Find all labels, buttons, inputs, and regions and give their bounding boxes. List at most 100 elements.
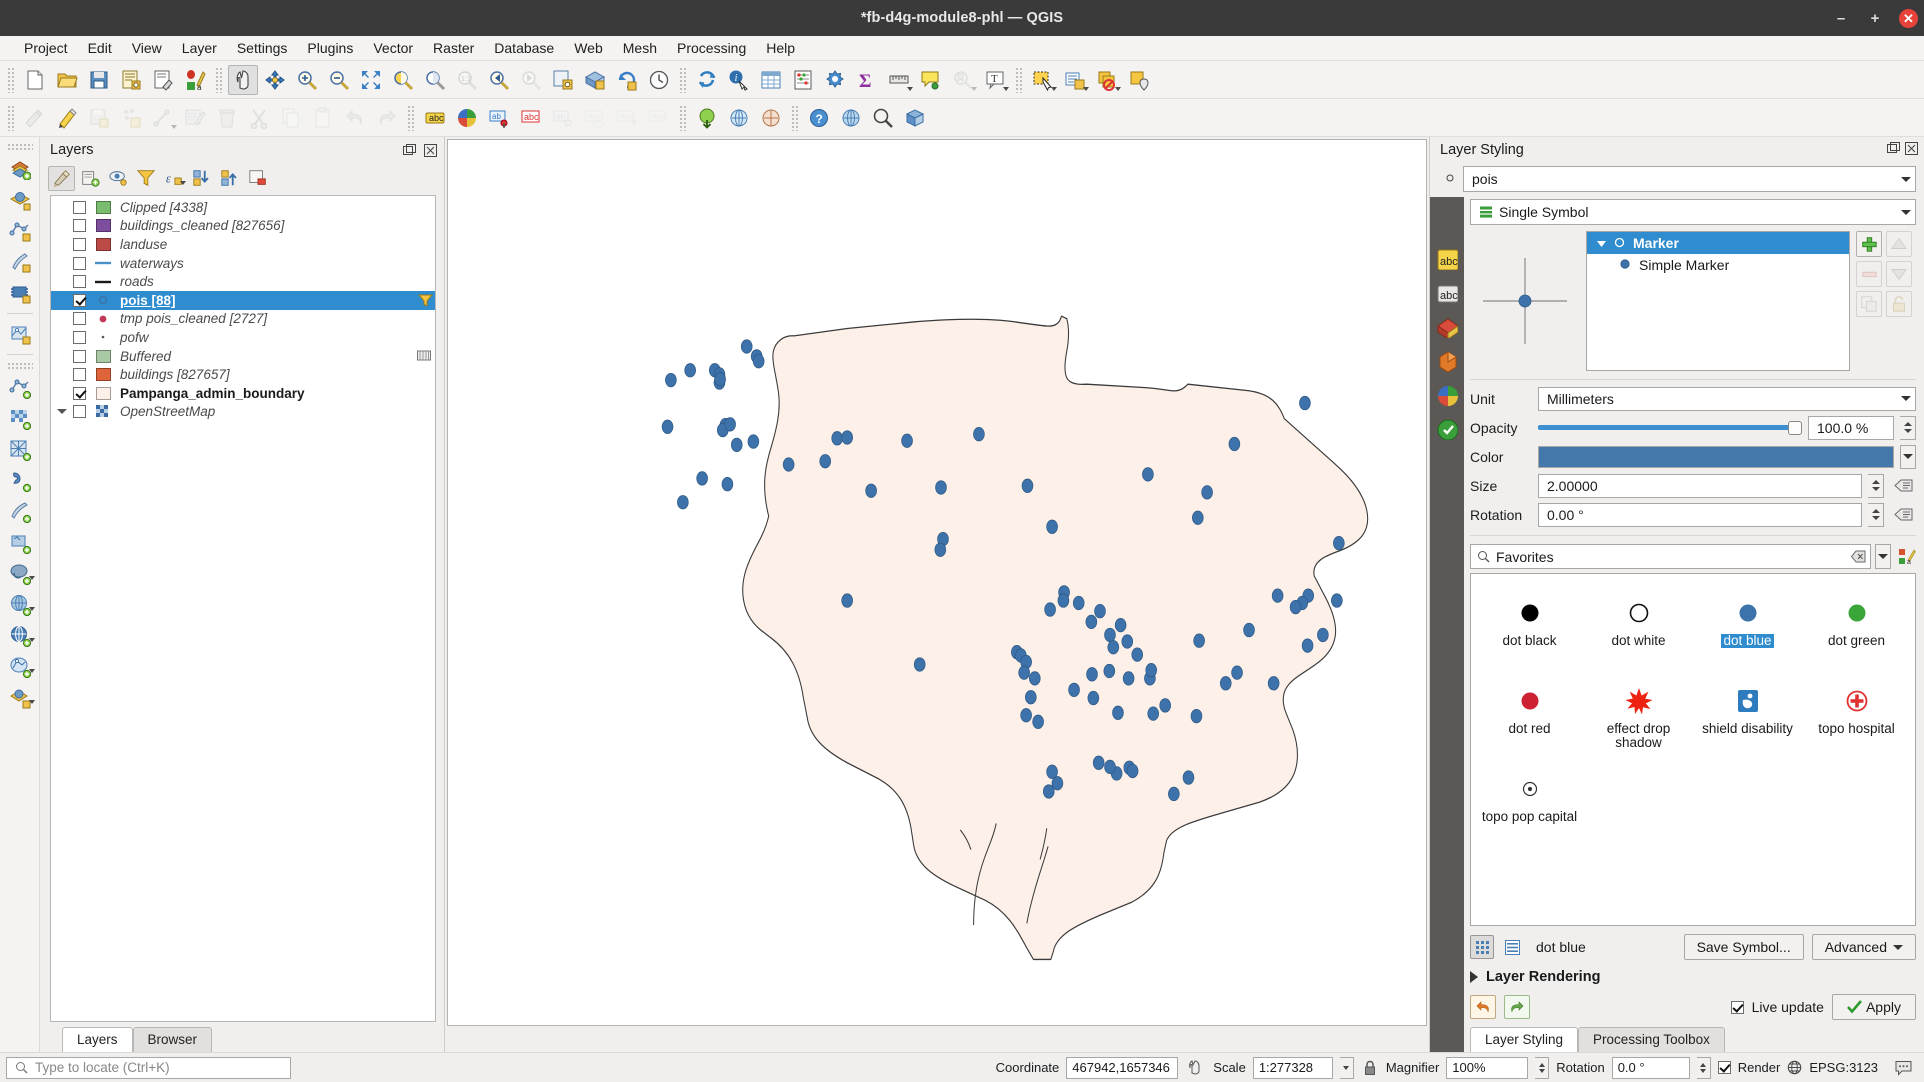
toolbar-grip[interactable] [215, 66, 223, 93]
chevron-down-icon[interactable] [171, 124, 177, 129]
add-wms-button[interactable] [3, 590, 37, 620]
layer-selector[interactable]: pois [1463, 166, 1916, 192]
menu-database[interactable]: Database [484, 37, 564, 59]
editable-indicator-icon[interactable] [417, 349, 431, 365]
menu-plugins[interactable]: Plugins [297, 37, 363, 59]
menu-processing[interactable]: Processing [667, 37, 756, 59]
add-vectortile-button[interactable] [3, 652, 37, 682]
georeferencer-button[interactable] [836, 103, 866, 133]
deselect-features-button[interactable] [1092, 65, 1122, 95]
live-update-checkbox[interactable] [1730, 1000, 1744, 1014]
extents-toggle-icon[interactable] [1185, 1059, 1206, 1076]
filter-legend-button[interactable] [132, 166, 159, 191]
add-delimited-text-button[interactable] [3, 466, 37, 496]
undo-icon[interactable] [1470, 995, 1496, 1019]
symbol-gallery-item[interactable]: topo pop capital [1475, 758, 1584, 846]
layers-tree[interactable]: Clipped [4338] buildings_cleaned [827656]… [50, 195, 436, 1022]
add-layer-button[interactable] [3, 154, 37, 184]
3d-view-tab[interactable] [1435, 349, 1459, 373]
layer-rendering-section[interactable]: Layer Rendering [1470, 964, 1916, 990]
layer-visibility-checkbox[interactable] [73, 405, 86, 419]
add-vector-layer-button[interactable] [3, 373, 37, 403]
processing-button[interactable] [820, 65, 850, 95]
symbol-gallery-item[interactable]: shield disability [1693, 670, 1802, 758]
size-data-defined-override-button[interactable] [1890, 474, 1916, 498]
save-symbol-button[interactable]: Save Symbol... [1683, 934, 1804, 960]
close-icon[interactable]: ✕ [1899, 8, 1918, 28]
layout-manager-button[interactable] [148, 65, 178, 95]
menu-mesh[interactable]: Mesh [613, 37, 667, 59]
symbol-gallery-item[interactable]: dot red [1475, 670, 1584, 758]
list-view-icon[interactable] [1500, 935, 1524, 959]
select-location-button[interactable] [1124, 65, 1154, 95]
add-postgis-button[interactable] [3, 559, 37, 589]
layer-row[interactable]: Clipped [4338] [51, 198, 435, 217]
tab-browser[interactable]: Browser [132, 1027, 213, 1052]
toolbar-grip[interactable] [1015, 66, 1023, 93]
layer-row[interactable]: pois [88] [51, 290, 435, 310]
menu-raster[interactable]: Raster [423, 37, 484, 59]
symbol-layer-list[interactable]: Marker Simple Marker [1586, 231, 1850, 371]
map-canvas[interactable] [447, 139, 1427, 1026]
color-dropdown-button[interactable] [1900, 444, 1916, 469]
layer-visibility-checkbox[interactable] [73, 349, 86, 363]
actions-tab[interactable] [1435, 417, 1459, 441]
layer-row[interactable]: waterways [51, 254, 435, 273]
layer-visibility-checkbox[interactable] [73, 256, 86, 270]
symbol-search-input[interactable]: Favorites [1470, 544, 1871, 569]
style-manager-button[interactable]: a [180, 65, 210, 95]
chevron-down-icon[interactable] [907, 86, 913, 91]
layer-visibility-checkbox[interactable] [73, 200, 86, 214]
layer-visibility-checkbox[interactable] [73, 312, 86, 326]
unit-selector[interactable]: Millimeters [1538, 386, 1916, 411]
rotation-stepper[interactable] [1696, 1056, 1711, 1079]
osm-download-button[interactable] [692, 103, 722, 133]
chevron-down-icon[interactable] [28, 700, 35, 704]
expand-triangle-icon[interactable] [57, 408, 67, 414]
toolbar-grip[interactable] [6, 143, 33, 151]
select-features-button[interactable] [1028, 65, 1058, 95]
menu-view[interactable]: View [122, 37, 172, 59]
lock-scale-icon[interactable] [1361, 1060, 1379, 1076]
menu-vector[interactable]: Vector [363, 37, 423, 59]
chevron-down-icon[interactable] [1083, 86, 1089, 91]
symbol-gallery-item[interactable]: topo hospital [1802, 670, 1911, 758]
menu-layer[interactable]: Layer [172, 37, 227, 59]
render-checkbox[interactable] [1717, 1061, 1731, 1074]
temporal-controller-button[interactable] [644, 65, 674, 95]
opacity-slider[interactable] [1538, 418, 1802, 438]
open-project-button[interactable] [52, 65, 82, 95]
menu-project[interactable]: Project [14, 37, 78, 59]
toggle-editing-button[interactable] [52, 103, 82, 133]
layer-row[interactable]: roads [51, 272, 435, 291]
zoom-out-button[interactable] [324, 65, 354, 95]
zoom-full-button[interactable] [356, 65, 386, 95]
toolbar-grip[interactable] [6, 362, 33, 370]
add-mesh-layer-button[interactable] [3, 435, 37, 465]
globe-icon[interactable] [1787, 1060, 1802, 1075]
statistics-button[interactable]: Σ [852, 65, 882, 95]
save-project-button[interactable] [84, 65, 114, 95]
select-value-button[interactable] [1060, 65, 1090, 95]
zoom-to-selection-button[interactable] [388, 65, 418, 95]
chevron-down-icon[interactable] [28, 607, 35, 611]
layer-row[interactable]: pofw [51, 328, 435, 347]
menu-settings[interactable]: Settings [227, 37, 298, 59]
chevron-down-icon[interactable] [971, 86, 977, 91]
symbol-gallery-item[interactable]: dot green [1802, 582, 1911, 670]
menu-web[interactable]: Web [564, 37, 613, 59]
zoom-to-layer-button[interactable] [420, 65, 450, 95]
new-map-view-button[interactable] [548, 65, 578, 95]
symbol-layer-row[interactable]: Marker [1587, 232, 1849, 254]
layer-row[interactable]: buildings_cleaned [827656] [51, 217, 435, 236]
renderer-selector[interactable]: Single Symbol [1470, 199, 1916, 225]
symbol-gallery-item[interactable]: effect drop shadow [1584, 670, 1693, 758]
identify-features-button[interactable]: i [724, 65, 754, 95]
chevron-down-icon[interactable] [1003, 86, 1009, 91]
symbol-gallery-item[interactable]: dot black [1475, 582, 1584, 670]
osm-export-button[interactable] [756, 103, 786, 133]
messages-icon[interactable] [1885, 1060, 1918, 1076]
text-annotation-button[interactable]: T [980, 65, 1010, 95]
symbol-layer-visibility-icon[interactable] [1614, 235, 1625, 251]
expand-triangle-icon[interactable] [1597, 235, 1606, 251]
